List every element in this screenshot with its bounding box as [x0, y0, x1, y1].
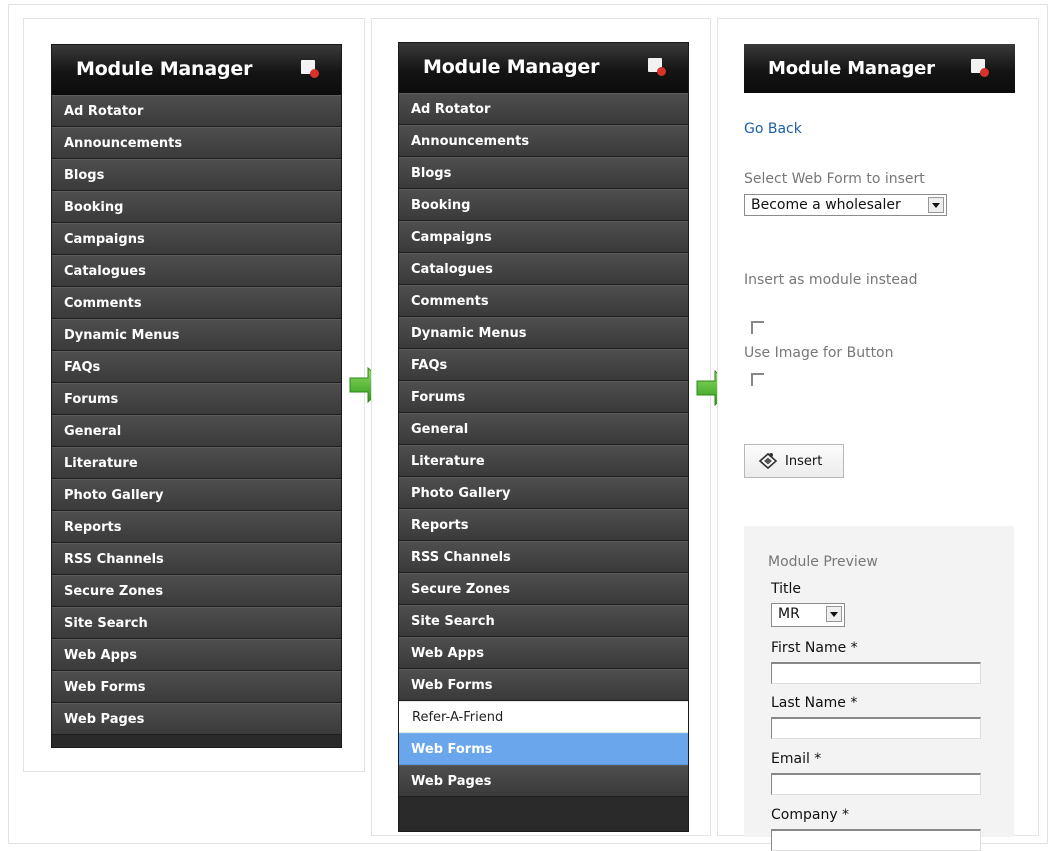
- module-item-web-forms[interactable]: Web Forms: [399, 669, 688, 701]
- step-panel-1: Module Manager Ad Rotator Announcements Bl…: [23, 18, 365, 772]
- module-item-announcements[interactable]: Announcements: [52, 127, 341, 159]
- use-image-checkbox[interactable]: [751, 373, 764, 386]
- window-close-icon[interactable]: [301, 60, 319, 78]
- module-item-blogs[interactable]: Blogs: [399, 157, 688, 189]
- module-item-ad-rotator[interactable]: Ad Rotator: [399, 93, 688, 125]
- title-label: Title: [771, 581, 802, 597]
- go-back-link[interactable]: Go Back: [744, 121, 802, 137]
- module-item-forums[interactable]: Forums: [399, 381, 688, 413]
- module-item-booking[interactable]: Booking: [52, 191, 341, 223]
- last-name-label: Last Name *: [771, 695, 858, 711]
- module-item-general[interactable]: General: [399, 413, 688, 445]
- module-item-comments[interactable]: Comments: [399, 285, 688, 317]
- insert-as-module-label: Insert as module instead: [744, 272, 918, 288]
- module-item-literature[interactable]: Literature: [399, 445, 688, 477]
- window-close-icon[interactable]: [971, 59, 989, 77]
- module-item-dynamic-menus[interactable]: Dynamic Menus: [52, 319, 341, 351]
- title-select[interactable]: MR: [771, 603, 845, 627]
- web-form-select[interactable]: Become a wholesaler: [744, 194, 947, 216]
- module-item-site-search[interactable]: Site Search: [399, 605, 688, 637]
- module-item-reports[interactable]: Reports: [399, 509, 688, 541]
- module-item-web-forms[interactable]: Web Forms: [399, 733, 688, 765]
- module-manager-title: Module Manager: [768, 58, 935, 79]
- module-item-web-forms[interactable]: Web Forms: [52, 671, 341, 703]
- last-name-input[interactable]: [771, 717, 981, 739]
- module-manager-header: Module Manager: [399, 43, 688, 93]
- company-label: Company *: [771, 807, 850, 823]
- module-item-web-apps[interactable]: Web Apps: [52, 639, 341, 671]
- insert-button[interactable]: Insert: [744, 444, 844, 478]
- step-panel-3: Module Manager Go Back Select Web Form t…: [717, 18, 1039, 851]
- module-item-ad-rotator[interactable]: Ad Rotator: [52, 95, 341, 127]
- module-item-web-apps[interactable]: Web Apps: [399, 637, 688, 669]
- module-item-site-search[interactable]: Site Search: [52, 607, 341, 639]
- module-item-rss-channels[interactable]: RSS Channels: [399, 541, 688, 573]
- module-manager-header: Module Manager: [52, 45, 341, 95]
- chevron-down-icon: [826, 606, 842, 622]
- email-input[interactable]: [771, 773, 981, 795]
- select-web-form-label: Select Web Form to insert: [744, 171, 925, 187]
- module-item-rss-channels[interactable]: RSS Channels: [52, 543, 341, 575]
- module-item-booking[interactable]: Booking: [399, 189, 688, 221]
- module-item-photo-gallery[interactable]: Photo Gallery: [52, 479, 341, 511]
- module-item-reports[interactable]: Reports: [52, 511, 341, 543]
- module-item-faqs[interactable]: FAQs: [52, 351, 341, 383]
- use-image-label: Use Image for Button: [744, 345, 894, 361]
- module-manager-header: Module Manager: [744, 44, 1015, 93]
- web-form-select-value: Become a wholesaler: [751, 197, 901, 213]
- module-manager-panel-1: Module Manager Ad Rotator Announcements Bl…: [51, 44, 342, 748]
- module-item-comments[interactable]: Comments: [52, 287, 341, 319]
- module-item-refer-a-friend[interactable]: Refer-A-Friend: [399, 701, 688, 733]
- module-manager-panel-2: Module Manager Ad Rotator Announcements Bl…: [398, 42, 689, 832]
- module-item-general[interactable]: General: [52, 415, 341, 447]
- email-label: Email *: [771, 751, 822, 767]
- module-list: Ad Rotator Announcements Blogs Booking Campa…: [52, 95, 341, 735]
- module-item-catalogues[interactable]: Catalogues: [52, 255, 341, 287]
- chevron-down-icon: [928, 197, 944, 213]
- module-item-campaigns[interactable]: Campaigns: [399, 221, 688, 253]
- module-item-literature[interactable]: Literature: [52, 447, 341, 479]
- module-manager-title: Module Manager: [76, 58, 253, 80]
- insert-as-module-checkbox[interactable]: [751, 321, 764, 334]
- diamond-tag-icon: [758, 452, 778, 470]
- module-item-secure-zones[interactable]: Secure Zones: [52, 575, 341, 607]
- step-panel-2: Module Manager Ad Rotator Announcements Bl…: [371, 18, 711, 836]
- title-select-value: MR: [778, 606, 800, 622]
- window-close-icon[interactable]: [648, 58, 666, 76]
- module-list: Ad Rotator Announcements Blogs Booking Campa…: [399, 93, 688, 797]
- module-item-blogs[interactable]: Blogs: [52, 159, 341, 191]
- module-item-web-pages[interactable]: Web Pages: [399, 765, 688, 797]
- module-item-forums[interactable]: Forums: [52, 383, 341, 415]
- module-item-photo-gallery[interactable]: Photo Gallery: [399, 477, 688, 509]
- module-item-faqs[interactable]: FAQs: [399, 349, 688, 381]
- module-preview: Module Preview Title MR First Name * Las…: [744, 526, 1014, 851]
- module-preview-heading: Module Preview: [768, 554, 878, 570]
- module-item-campaigns[interactable]: Campaigns: [52, 223, 341, 255]
- module-item-web-pages[interactable]: Web Pages: [52, 703, 341, 735]
- module-item-catalogues[interactable]: Catalogues: [399, 253, 688, 285]
- module-manager-panel-3: Module Manager: [744, 44, 1015, 93]
- module-item-dynamic-menus[interactable]: Dynamic Menus: [399, 317, 688, 349]
- module-item-announcements[interactable]: Announcements: [399, 125, 688, 157]
- first-name-input[interactable]: [771, 662, 981, 684]
- first-name-label: First Name *: [771, 640, 858, 656]
- module-item-secure-zones[interactable]: Secure Zones: [399, 573, 688, 605]
- insert-button-label: Insert: [785, 454, 823, 469]
- module-manager-title: Module Manager: [423, 56, 600, 78]
